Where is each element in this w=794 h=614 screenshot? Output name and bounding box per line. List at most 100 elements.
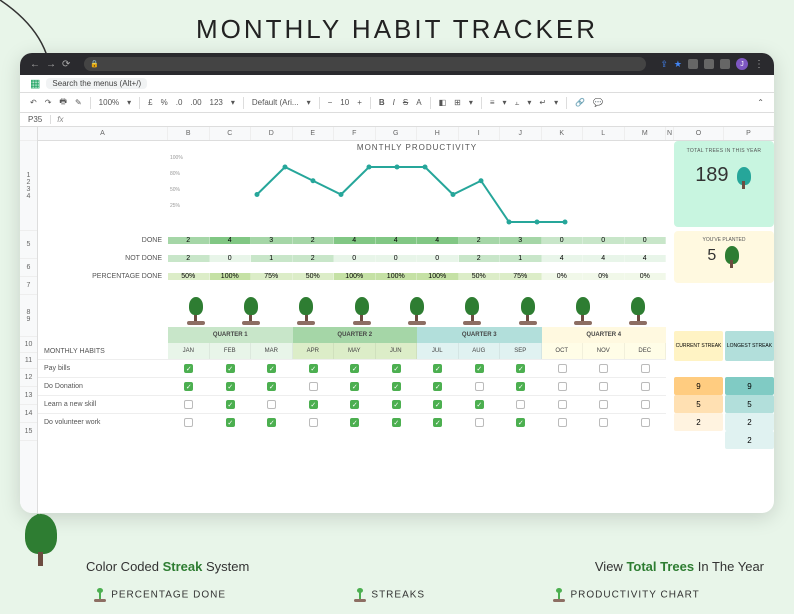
- extension-icon[interactable]: [688, 59, 698, 69]
- wrap-icon[interactable]: ↵: [539, 98, 546, 107]
- column-header[interactable]: L: [583, 127, 625, 140]
- align-icon[interactable]: ≡: [490, 98, 495, 107]
- habit-checkbox[interactable]: [625, 418, 667, 427]
- sheets-logo-icon[interactable]: ▦: [30, 77, 40, 90]
- column-header[interactable]: G: [376, 127, 418, 140]
- share-icon[interactable]: ⇪: [660, 59, 668, 70]
- decimal-dec-button[interactable]: .0: [176, 98, 183, 107]
- habit-checkbox[interactable]: [251, 400, 293, 409]
- undo-icon[interactable]: ↶: [30, 98, 37, 107]
- habit-checkbox[interactable]: ✓: [251, 364, 293, 373]
- fontsize-value[interactable]: 10: [340, 98, 349, 107]
- habit-checkbox[interactable]: ✓: [293, 400, 335, 409]
- forward-icon[interactable]: →: [46, 59, 56, 70]
- percent-button[interactable]: %: [161, 98, 168, 107]
- column-header[interactable]: A: [38, 127, 168, 140]
- back-icon[interactable]: ←: [30, 59, 40, 70]
- habit-checkbox[interactable]: ✓: [376, 382, 418, 391]
- comment-icon[interactable]: 💬: [593, 98, 603, 107]
- italic-button[interactable]: I: [393, 98, 395, 107]
- extension-icon[interactable]: [704, 59, 714, 69]
- menu-icon[interactable]: ⋮: [754, 59, 764, 70]
- print-icon[interactable]: 🖶: [59, 96, 67, 110]
- habit-checkbox[interactable]: ✓: [293, 364, 335, 373]
- format-button[interactable]: 123: [210, 98, 223, 107]
- habit-checkbox[interactable]: [625, 382, 667, 391]
- habit-checkbox[interactable]: [168, 400, 210, 409]
- currency-button[interactable]: £: [148, 98, 152, 107]
- habit-checkbox[interactable]: [542, 382, 584, 391]
- bold-button[interactable]: B: [379, 98, 385, 107]
- row-header[interactable]: 89: [20, 295, 37, 337]
- habit-checkbox[interactable]: ✓: [210, 418, 252, 427]
- habit-checkbox[interactable]: ✓: [417, 400, 459, 409]
- habit-checkbox[interactable]: ✓: [459, 400, 501, 409]
- cell-reference[interactable]: P35: [20, 115, 51, 124]
- habit-checkbox[interactable]: ✓: [334, 418, 376, 427]
- column-header[interactable]: J: [500, 127, 542, 140]
- habit-checkbox[interactable]: [583, 418, 625, 427]
- profile-avatar[interactable]: J: [736, 58, 748, 70]
- bookmark-icon[interactable]: ★: [674, 59, 682, 70]
- habit-checkbox[interactable]: [625, 364, 667, 373]
- address-bar[interactable]: 🔒: [84, 57, 646, 71]
- habit-checkbox[interactable]: ✓: [500, 382, 542, 391]
- menu-search[interactable]: Search the menus (Alt+/): [46, 78, 147, 89]
- habit-checkbox[interactable]: ✓: [168, 364, 210, 373]
- habit-checkbox[interactable]: ✓: [459, 364, 501, 373]
- extension-icon[interactable]: [720, 59, 730, 69]
- habit-checkbox[interactable]: ✓: [376, 364, 418, 373]
- habit-checkbox[interactable]: [459, 382, 501, 391]
- habit-checkbox[interactable]: ✓: [417, 364, 459, 373]
- column-header[interactable]: M: [625, 127, 667, 140]
- habit-checkbox[interactable]: [542, 364, 584, 373]
- zoom-select[interactable]: 100%: [99, 98, 119, 107]
- habit-checkbox[interactable]: [168, 418, 210, 427]
- column-header[interactable]: P: [724, 127, 774, 140]
- fontsize-plus[interactable]: +: [357, 98, 362, 107]
- habit-checkbox[interactable]: ✓: [417, 418, 459, 427]
- row-header[interactable]: 14: [20, 405, 37, 423]
- paint-icon[interactable]: ✎: [75, 98, 82, 107]
- font-select[interactable]: Default (Ari...: [252, 98, 299, 107]
- link-icon[interactable]: 🔗: [575, 98, 585, 107]
- row-header[interactable]: 12: [20, 369, 37, 387]
- strike-button[interactable]: S: [403, 98, 408, 107]
- column-header[interactable]: K: [542, 127, 584, 140]
- fontsize-minus[interactable]: −: [328, 98, 333, 107]
- habit-checkbox[interactable]: ✓: [417, 382, 459, 391]
- habit-checkbox[interactable]: ✓: [334, 382, 376, 391]
- habit-checkbox[interactable]: ✓: [334, 400, 376, 409]
- habit-checkbox[interactable]: [459, 418, 501, 427]
- column-header[interactable]: C: [210, 127, 252, 140]
- textcolor-button[interactable]: A: [416, 98, 421, 107]
- habit-checkbox[interactable]: [625, 400, 667, 409]
- column-header[interactable]: O: [674, 127, 724, 140]
- habit-checkbox[interactable]: [583, 364, 625, 373]
- column-header[interactable]: D: [251, 127, 293, 140]
- row-header[interactable]: 13: [20, 387, 37, 405]
- row-header[interactable]: 5: [20, 231, 37, 259]
- row-header[interactable]: 7: [20, 277, 37, 295]
- habit-checkbox[interactable]: [583, 400, 625, 409]
- habit-checkbox[interactable]: ✓: [251, 418, 293, 427]
- habit-checkbox[interactable]: ✓: [251, 382, 293, 391]
- habit-checkbox[interactable]: ✓: [376, 400, 418, 409]
- column-header[interactable]: F: [334, 127, 376, 140]
- row-header[interactable]: 1234: [20, 141, 37, 231]
- row-header[interactable]: 11: [20, 353, 37, 369]
- habit-checkbox[interactable]: [293, 382, 335, 391]
- column-header[interactable]: B: [168, 127, 210, 140]
- decimal-inc-button[interactable]: .00: [190, 98, 201, 107]
- habit-checkbox[interactable]: [500, 400, 542, 409]
- valign-icon[interactable]: ⫠: [515, 98, 520, 108]
- habit-checkbox[interactable]: ✓: [210, 400, 252, 409]
- habit-checkbox[interactable]: ✓: [210, 364, 252, 373]
- borders-icon[interactable]: ⊞: [454, 98, 461, 107]
- fill-icon[interactable]: ◧: [439, 98, 447, 107]
- habit-checkbox[interactable]: ✓: [500, 364, 542, 373]
- row-header[interactable]: 10: [20, 337, 37, 353]
- expand-icon[interactable]: ⌃: [757, 98, 764, 107]
- habit-checkbox[interactable]: ✓: [376, 418, 418, 427]
- habit-checkbox[interactable]: ✓: [210, 382, 252, 391]
